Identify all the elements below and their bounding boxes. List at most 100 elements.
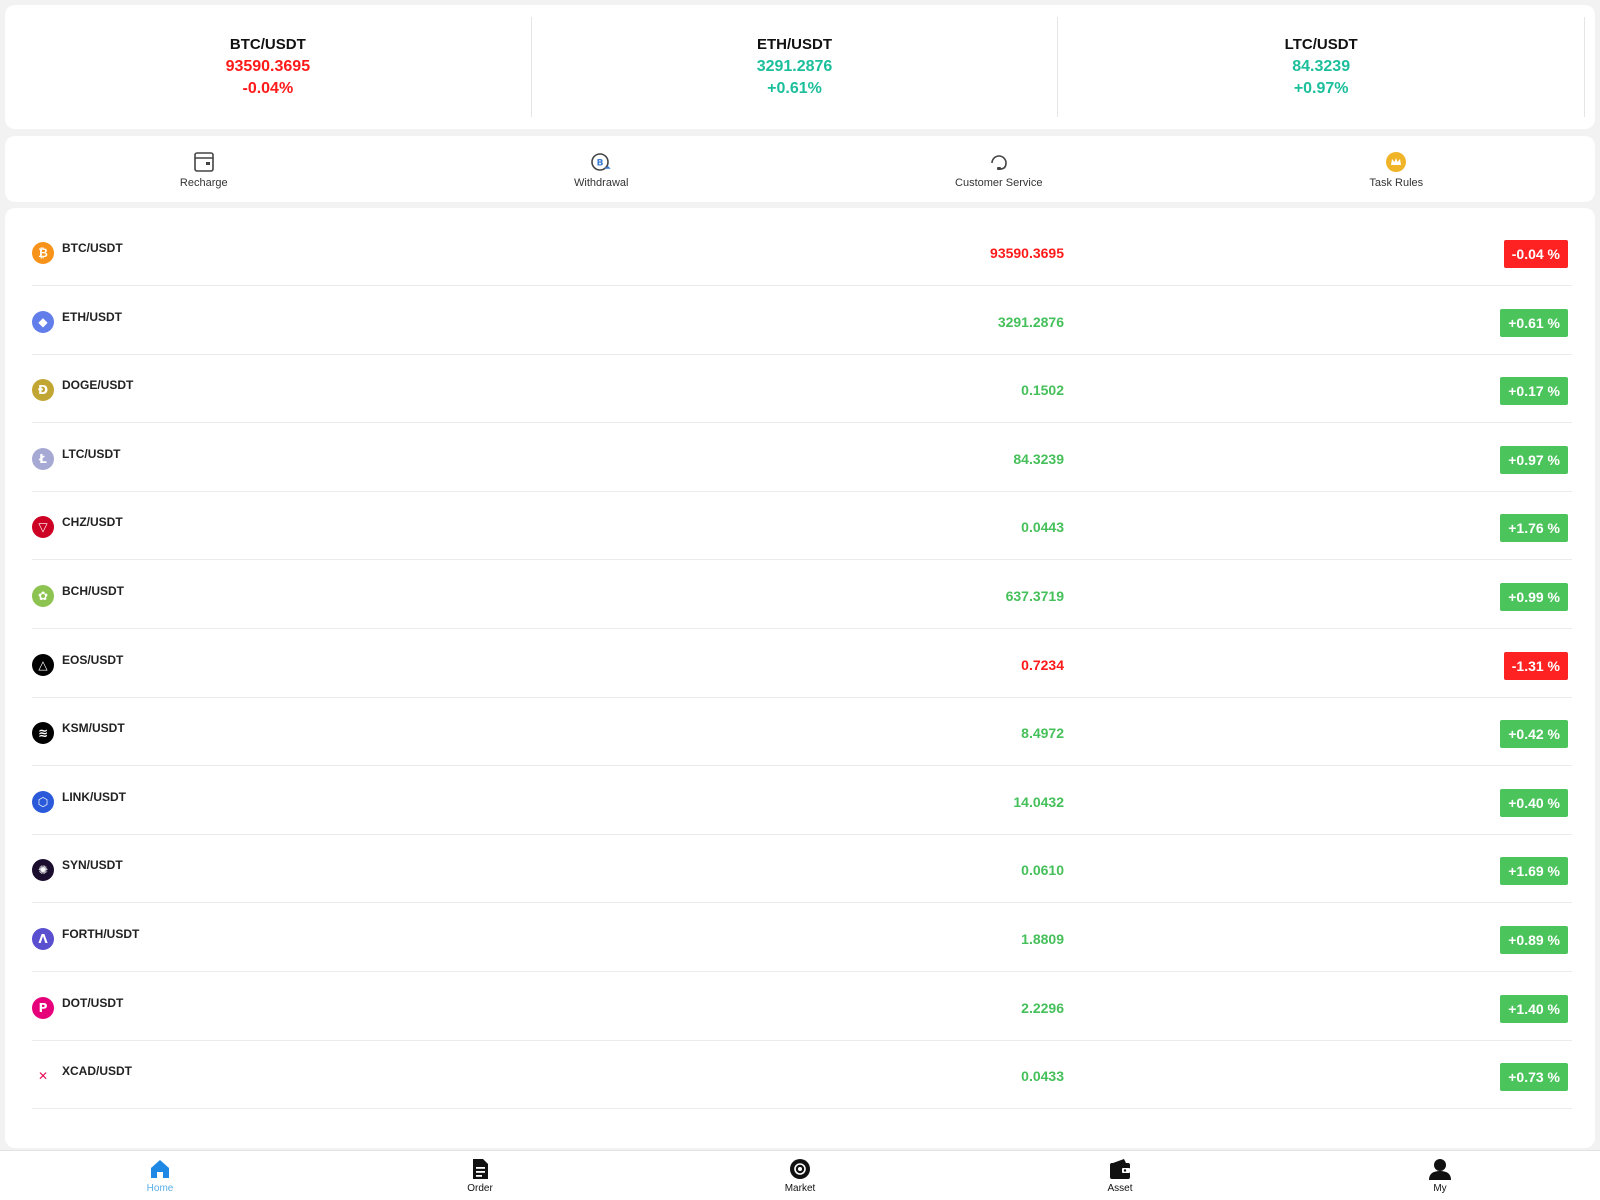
market-row[interactable]: Λ FORTH/USDT 1.8809 +0.89 % [32, 902, 1572, 972]
market-row[interactable]: ✺ SYN/USDT 0.0610 +1.69 % [32, 833, 1572, 904]
market-symbol: KSM/USDT [62, 721, 125, 736]
change-badge: +1.69 % [1500, 857, 1568, 886]
ticker-pair: BTC/USDT [229, 36, 306, 53]
market-row[interactable]: ₿ BTC/USDT 93590.3695 -0.04 % [32, 216, 1572, 286]
market-symbol: SYN/USDT [62, 858, 123, 873]
user-icon [1428, 1157, 1452, 1181]
tab-market[interactable]: Market [640, 1151, 960, 1200]
ticker-price: 84.3239 [1292, 58, 1351, 75]
market-price: 0.1502 [1021, 382, 1064, 399]
tab-order-label: Order [467, 1183, 493, 1194]
ticker-change: +0.97% [1293, 80, 1349, 97]
tab-home[interactable]: Home [0, 1151, 320, 1200]
headset-icon [987, 150, 1011, 174]
market-list: ₿ BTC/USDT 93590.3695 -0.04 % ◆ ETH/USDT 3291.… [5, 208, 1595, 1148]
ticker-price: 93590.3695 [225, 58, 311, 75]
change-badge: +0.73 % [1500, 1063, 1568, 1092]
market-price: 2.2296 [1021, 999, 1064, 1016]
tab-my[interactable]: My [1280, 1151, 1600, 1200]
ticker-eth[interactable]: ETH/USDT 3291.2876 +0.61% [532, 17, 1059, 117]
market-row[interactable]: ⬡ LINK/USDT 14.0432 +0.40 % [32, 765, 1572, 835]
change-badge: +0.42 % [1500, 720, 1568, 749]
market-symbol: BCH/USDT [62, 584, 124, 598]
change-badge: +0.97 % [1500, 445, 1568, 474]
market-price: 0.0610 [1021, 862, 1064, 879]
chz-icon: ▽ [32, 516, 54, 539]
change-badge: +0.17 % [1500, 377, 1568, 406]
market-price: 0.0443 [1021, 519, 1064, 536]
market-globe-icon [788, 1157, 812, 1181]
market-price: 93590.3695 [990, 245, 1064, 261]
market-row[interactable]: P DOT/USDT 2.2296 +1.40 % [32, 971, 1572, 1041]
change-badge: -1.31 % [1503, 651, 1568, 680]
tab-my-label: My [1433, 1183, 1447, 1194]
svg-text:B: B [597, 158, 604, 168]
xcad-icon: ✕ [37, 1069, 49, 1084]
market-row[interactable]: Ð DOGE/USDT 0.1502 +0.17 % [32, 353, 1572, 424]
home-icon [148, 1157, 172, 1181]
withdrawal-label: Withdrawal [574, 176, 629, 189]
tab-market-label: Market [784, 1183, 816, 1194]
tab-home-label: Home [146, 1183, 174, 1194]
ksm-icon: ≋ [32, 722, 54, 745]
market-symbol: ETH/USDT [62, 309, 122, 324]
market-symbol: BTC/USDT [62, 241, 123, 255]
withdrawal-button[interactable]: B Withdrawal [403, 136, 801, 202]
market-row[interactable]: ◆ ETH/USDT 3291.2876 +0.61 % [32, 285, 1572, 355]
withdraw-coin-icon: B [589, 150, 613, 174]
doge-icon: Ð [32, 379, 54, 402]
market-row[interactable]: ▽ CHZ/USDT 0.0443 +1.76 % [32, 490, 1572, 561]
market-row[interactable]: ≋ KSM/USDT 8.4972 +0.42 % [32, 696, 1572, 767]
market-symbol: DOGE/USDT [62, 378, 134, 393]
market-symbol: EOS/USDT [62, 652, 124, 667]
ltc-icon: Ł [32, 447, 54, 470]
syn-icon: ✺ [32, 859, 54, 882]
document-icon [468, 1157, 492, 1181]
market-price: 1.8809 [1021, 931, 1064, 947]
market-row[interactable]: ✕ XCAD/USDT 0.0433 +0.73 % [32, 1039, 1572, 1110]
change-badge: +0.99 % [1500, 583, 1568, 611]
market-price: 84.3239 [1013, 450, 1064, 467]
market-row[interactable]: △ EOS/USDT 0.7234 -1.31 % [32, 628, 1572, 698]
tab-order[interactable]: Order [320, 1151, 640, 1200]
tab-asset[interactable]: Asset [960, 1151, 1280, 1200]
quick-actions: Recharge B Withdrawal Customer Service T… [5, 136, 1595, 202]
market-symbol: LTC/USDT [62, 446, 121, 461]
ticker-btc[interactable]: BTC/USDT 93590.3695 -0.04% [5, 17, 532, 117]
market-price: 0.0433 [1021, 1068, 1064, 1085]
ticker-panel: BTC/USDT 93590.3695 -0.04% ETH/USDT 3291… [5, 5, 1595, 129]
customer-service-button[interactable]: Customer Service [800, 136, 1198, 202]
market-price: 0.7234 [1021, 656, 1064, 673]
ticker-pair: ETH/USDT [757, 36, 832, 53]
market-price: 8.4972 [1021, 725, 1064, 742]
wallet-icon [1108, 1157, 1132, 1181]
ticker-change: +0.61% [767, 80, 822, 97]
eos-icon: △ [32, 653, 54, 676]
btc-icon: ₿ [32, 242, 54, 264]
market-symbol: XCAD/USDT [62, 1064, 133, 1079]
link-icon: ⬡ [32, 790, 54, 813]
change-badge: +1.40 % [1500, 994, 1568, 1023]
ticker-price: 3291.2876 [756, 58, 833, 75]
market-price: 14.0432 [1013, 793, 1064, 810]
market-row[interactable]: Ł LTC/USDT 84.3239 +0.97 % [32, 422, 1572, 492]
change-badge: +0.40 % [1500, 788, 1568, 817]
bottom-tab-bar: Home Order Market Asset My [0, 1150, 1600, 1200]
market-row[interactable]: ✿ BCH/USDT 637.3719 +0.99 % [32, 559, 1572, 629]
ticker-ltc[interactable]: LTC/USDT 84.3239 +0.97% [1058, 17, 1586, 117]
change-badge: -0.04 % [1503, 240, 1568, 268]
market-price: 3291.2876 [997, 313, 1064, 330]
change-badge: +0.61 % [1500, 308, 1568, 337]
customer-service-label: Customer Service [955, 176, 1043, 189]
wallet-card-icon [192, 150, 216, 174]
ticker-change: -0.04% [242, 80, 294, 97]
bch-icon: ✿ [32, 585, 54, 607]
change-badge: +0.89 % [1500, 926, 1568, 954]
market-price: 637.3719 [1005, 588, 1064, 604]
dot-icon: P [32, 996, 54, 1019]
crown-icon [1384, 150, 1408, 174]
market-symbol: CHZ/USDT [62, 515, 123, 530]
recharge-button[interactable]: Recharge [5, 136, 403, 202]
recharge-label: Recharge [179, 176, 228, 189]
task-rules-button[interactable]: Task Rules [1198, 136, 1596, 202]
